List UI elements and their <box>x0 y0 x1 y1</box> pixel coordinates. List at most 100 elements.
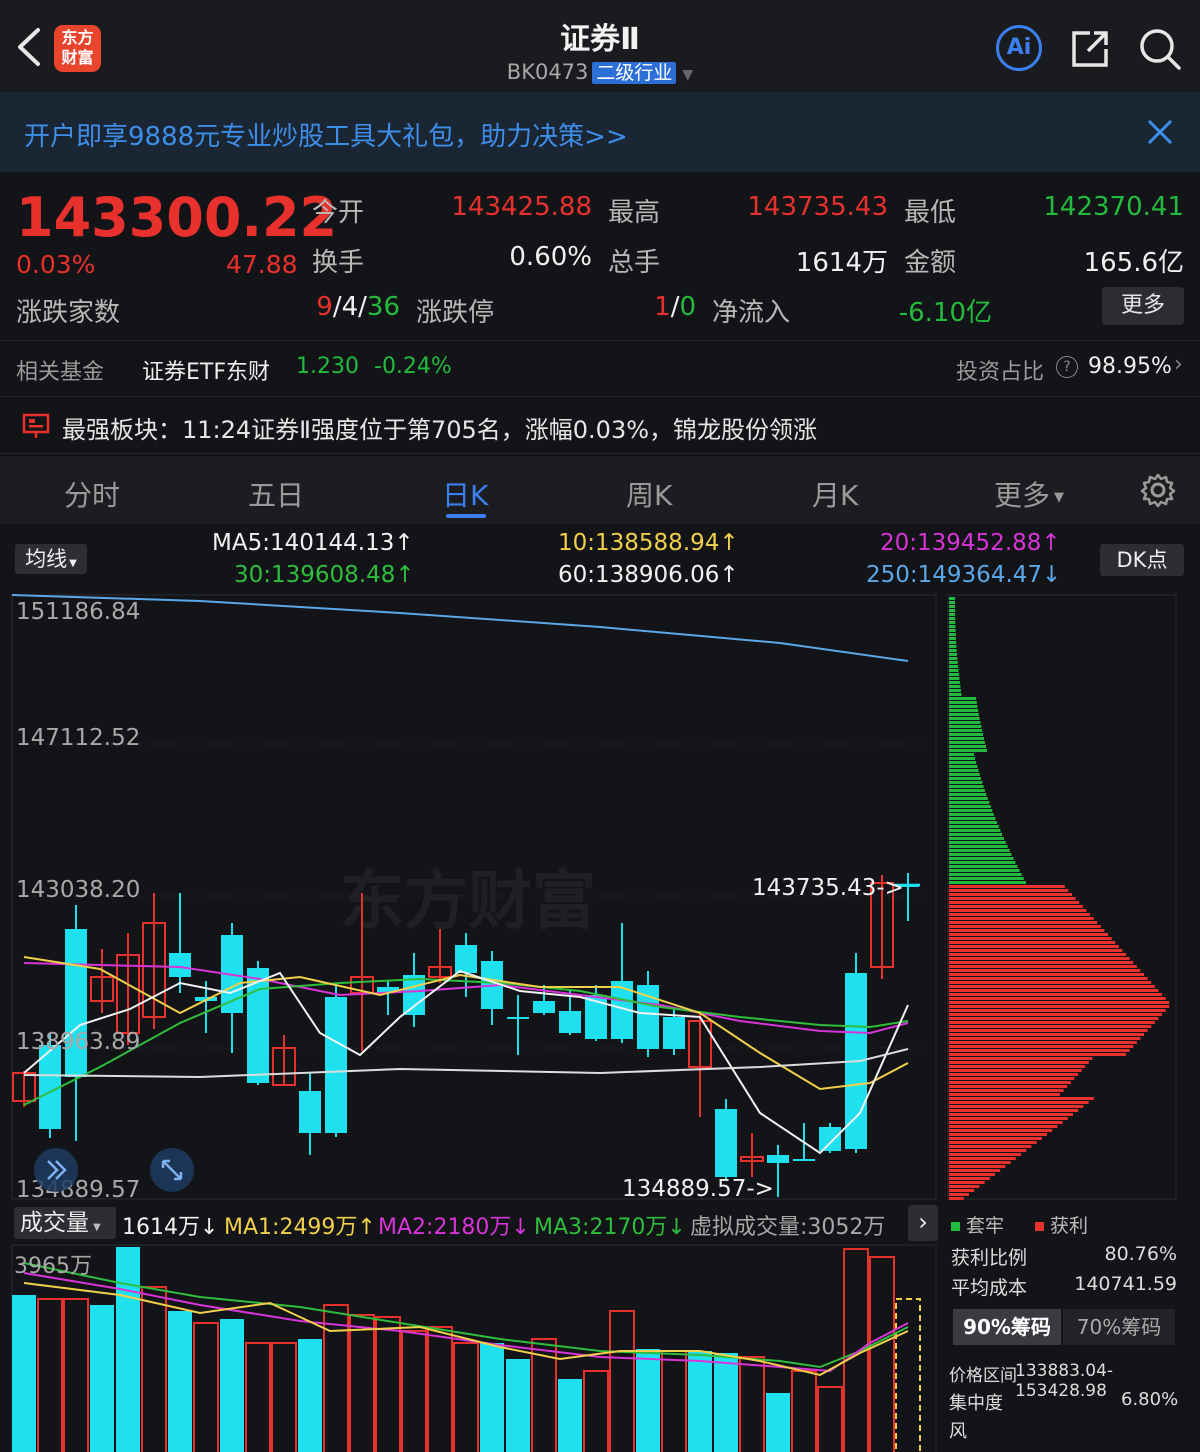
tab-more[interactable]: 更多 ▼ <box>994 474 1064 514</box>
high-value: 143735.43 <box>747 192 888 222</box>
chip-bar <box>949 1045 1134 1048</box>
fund-change: -0.24% <box>374 354 452 379</box>
chip-bar <box>949 745 986 748</box>
candle <box>507 995 529 1055</box>
dropdown-caret-icon: ▼ <box>1054 489 1065 505</box>
chip-bar <box>949 721 981 724</box>
candle <box>325 983 347 1137</box>
volume-bar <box>895 1298 921 1452</box>
chip-bar <box>949 825 999 828</box>
chip-bar <box>949 1041 1137 1044</box>
chip-bar <box>949 605 956 608</box>
chevron-right-icon: › <box>1174 352 1183 377</box>
risk-label: 风 <box>949 1421 967 1442</box>
chip-bar <box>949 901 1080 904</box>
breadth-label: 涨跌家数 <box>16 298 121 328</box>
share-icon[interactable] <box>1068 27 1112 71</box>
board-icon <box>22 413 50 438</box>
scroll-left-icon[interactable] <box>34 1148 78 1192</box>
search-icon[interactable] <box>1138 27 1182 71</box>
chip-bar <box>949 945 1119 948</box>
help-icon[interactable]: ? <box>1056 356 1078 378</box>
indicator-select-button[interactable]: 均线 ▼ <box>15 544 87 574</box>
turnover-value: 0.60% <box>509 242 592 272</box>
chip-bar <box>949 1177 990 1180</box>
expand-arrow-icon[interactable]: › <box>908 1205 938 1241</box>
tab-intraday[interactable]: 分时 <box>64 474 120 514</box>
notice-row[interactable]: 最强板块：11:24证券Ⅱ强度位于第705名，涨幅0.03%，锦龙股份领涨 <box>0 396 1200 454</box>
volume-bar <box>766 1393 790 1452</box>
chip-bar <box>949 997 1166 1000</box>
ma10-line <box>23 956 909 1091</box>
more-button[interactable]: 更多 <box>1102 287 1184 325</box>
chip-bar <box>949 661 958 664</box>
tab-monthly-k[interactable]: 月K <box>812 474 858 514</box>
chip-bar <box>949 773 980 776</box>
sector-level-tag: 二级行业 <box>592 62 677 84</box>
kline-chart[interactable]: 东方财富 151186.84 147112.52 143038.20 13896… <box>0 593 1200 1203</box>
volume-bar <box>349 1314 375 1452</box>
ma10-value: 10:138588.94↑ <box>558 530 739 556</box>
volume-select-button[interactable]: 成交量 ▼ <box>14 1207 116 1239</box>
amount-label: 金额 <box>904 248 957 278</box>
fund-price: 1.230 <box>296 354 359 379</box>
low-value: 142370.41 <box>1043 192 1184 222</box>
high-label: 最高 <box>608 198 661 228</box>
profit-ratio-label: 获利比例 <box>951 1247 1028 1269</box>
chip-bar <box>949 1189 975 1192</box>
chip-70-tab[interactable]: 70%筹码 <box>1063 1309 1175 1345</box>
chip-bar <box>949 733 984 736</box>
y-axis-label-5: 134889.57 <box>16 1177 140 1203</box>
chip-bar <box>949 1149 1027 1152</box>
promo-text[interactable]: 开户即享9888元专业炒股工具大礼包，助力决策>> <box>24 116 628 153</box>
fund-name[interactable]: 证券ETF东财 <box>142 354 270 386</box>
notice-text[interactable]: 最强板块：11:24证券Ⅱ强度位于第705名，涨幅0.03%，锦龙股份领涨 <box>62 410 817 445</box>
related-fund-row[interactable]: 相关基金 证券ETF东财 1.230 -0.24% 投资占比 ? 98.95% … <box>0 342 1200 394</box>
volume-value: 1614万↓ <box>122 1215 219 1240</box>
y-axis-label-3: 143038.20 <box>16 877 140 903</box>
tab-five-day[interactable]: 五日 <box>248 474 304 514</box>
period-tabs: 分时 五日 日K 周K 月K 更多 ▼ <box>0 456 1200 524</box>
chip-bar <box>949 949 1123 952</box>
chip-bar <box>949 1081 1071 1084</box>
chip-bar <box>949 1125 1058 1128</box>
chip-bar <box>949 1053 1126 1056</box>
open-value: 143425.88 <box>451 192 592 222</box>
candle <box>715 1099 737 1181</box>
chip-bar <box>949 865 1018 868</box>
chip-bar <box>949 689 961 692</box>
chip-bar <box>949 681 960 684</box>
volume-bar <box>583 1370 609 1452</box>
ai-assistant-button[interactable]: Ai <box>996 25 1042 71</box>
tab-weekly-k[interactable]: 周K <box>626 474 672 514</box>
chip-bar <box>949 1105 1084 1108</box>
close-icon[interactable] <box>1146 118 1174 146</box>
chip-bar <box>949 937 1112 940</box>
volume-bar <box>375 1316 401 1452</box>
promo-banner[interactable]: 开户即享9888元专业炒股工具大礼包，助力决策>> <box>0 92 1200 172</box>
chip-bar <box>949 1101 1089 1104</box>
tab-daily-k[interactable]: 日K <box>442 474 488 514</box>
turnover-label: 换手 <box>312 248 365 278</box>
open-label: 今开 <box>312 198 365 228</box>
chip-bar <box>949 673 959 676</box>
netflow-value: -6.10亿 <box>898 298 992 328</box>
chip-bar <box>949 649 957 652</box>
volume-y-max-label: 3965万 <box>14 1254 92 1279</box>
chip-bar <box>949 1029 1148 1032</box>
chip-bar <box>949 985 1155 988</box>
volume-bar <box>506 1359 530 1452</box>
chip-bar <box>949 993 1162 996</box>
dk-point-button[interactable]: DK点 <box>1100 544 1184 576</box>
ma60-value: 60:138906.06↑ <box>558 562 739 588</box>
chip-bar <box>949 889 1069 892</box>
chip-bar <box>949 973 1144 976</box>
chip-bar <box>949 809 993 812</box>
chip-bar <box>949 709 979 712</box>
chip-90-tab[interactable]: 90%筹码 <box>953 1309 1061 1345</box>
watermark: 东方财富 <box>340 865 596 939</box>
fullscreen-icon[interactable] <box>150 1148 194 1192</box>
change-percent: 0.03% <box>16 250 96 279</box>
volume-bar <box>141 1286 167 1452</box>
settings-gear-icon[interactable] <box>1140 472 1176 508</box>
